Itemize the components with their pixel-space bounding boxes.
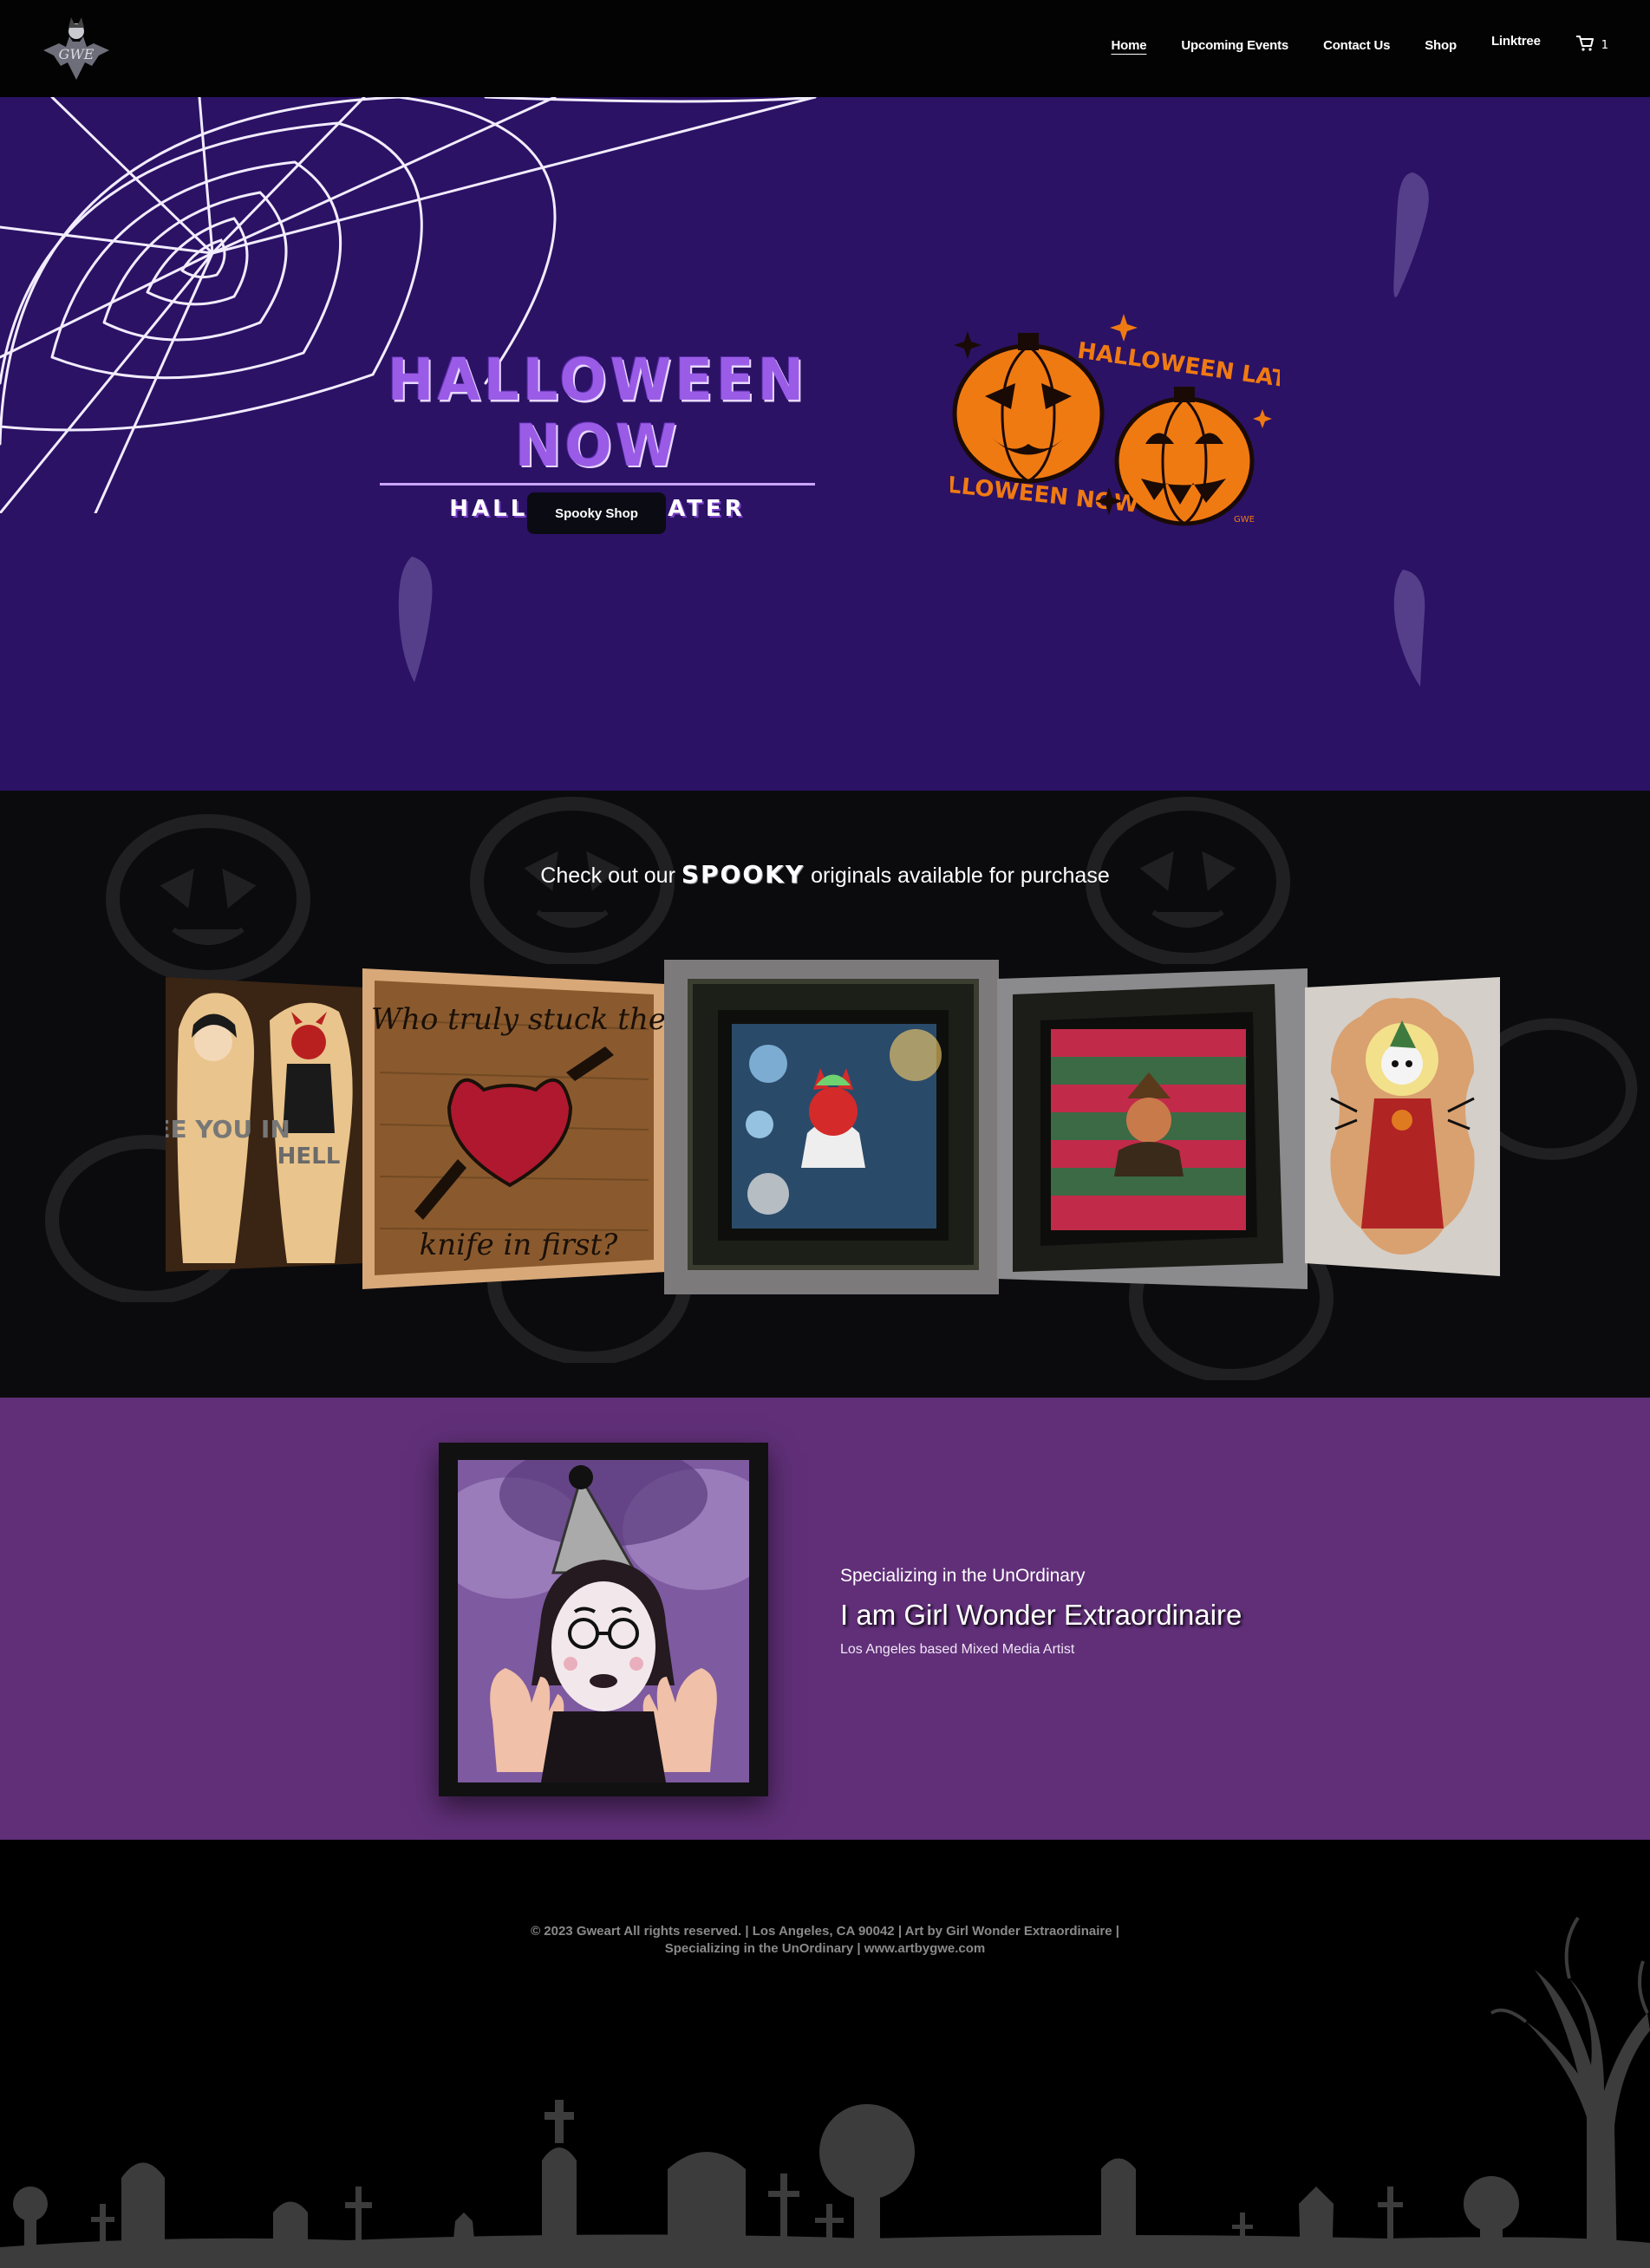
footer: © 2023 Gweart All rights reserved. | Los… xyxy=(0,1840,1650,2268)
ghost-decoration xyxy=(1393,570,1425,687)
artwork-text-hell: HELL xyxy=(277,1144,341,1170)
gallery-artwork-angel-devil[interactable]: SEE YOU IN HELL xyxy=(166,977,365,1272)
gallery-artwork-knife-heart[interactable]: Who truly stuck the knife in first? xyxy=(362,968,666,1289)
graveyard-silhouette xyxy=(0,1916,1650,2268)
ghost-decoration xyxy=(1393,173,1429,297)
originals-heading: Check out our SPOOKY originals available… xyxy=(0,860,1650,889)
ghost-decoration xyxy=(398,557,433,682)
hero-divider xyxy=(380,483,815,486)
badge-signature: GWE xyxy=(1234,515,1255,525)
heading-spooky-word: SPOOKY xyxy=(681,860,805,889)
artwork-text-who-truly: Who truly stuck the xyxy=(371,1002,666,1037)
cart-count: 1 xyxy=(1601,38,1608,52)
hero-section: HALLOWEEN NOW HALLOWEEN LATER Spooky Sho… xyxy=(0,97,1650,791)
about-title: I am Girl Wonder Extraordinaire xyxy=(840,1599,1242,1631)
spooky-shop-button[interactable]: Spooky Shop xyxy=(527,492,666,534)
gallery-artwork-clown-shadowbox[interactable] xyxy=(664,960,999,1294)
about-description: Los Angeles based Mixed Media Artist xyxy=(840,1642,1075,1657)
svg-text:GWE: GWE xyxy=(59,46,95,62)
gallery-artwork-jack-plaque[interactable] xyxy=(1305,977,1500,1276)
artwork-text-knife-first: knife in first? xyxy=(420,1228,619,1262)
originals-section: Check out our SPOOKY originals available… xyxy=(0,791,1650,1398)
gallery-artwork-freddy-shadowbox[interactable] xyxy=(997,968,1308,1289)
gwe-logo[interactable]: GWE xyxy=(40,12,113,85)
heading-text-after: originals available for purchase xyxy=(811,864,1110,888)
pumpkins-graphic: HALLOWEEN LATER HALLOWEEN NOW GWE xyxy=(950,314,1280,526)
heading-text-before: Check out our xyxy=(540,864,675,888)
background-pumpkin-icon xyxy=(106,814,310,981)
artist-portrait-frame xyxy=(439,1443,768,1796)
nav-linktree[interactable]: Linktree xyxy=(1491,34,1541,49)
cart-icon xyxy=(1575,35,1595,55)
nav-home[interactable]: Home xyxy=(1112,38,1147,53)
artwork-text-see-you-in: SEE YOU IN xyxy=(166,1115,290,1144)
hero-title: HALLOWEEN NOW xyxy=(387,347,808,480)
about-section: Specializing in the UnOrdinary I am Girl… xyxy=(0,1398,1650,1840)
artist-portrait xyxy=(458,1460,749,1782)
about-text-block: Specializing in the UnOrdinary I am Girl… xyxy=(840,1566,1242,1658)
about-kicker: Specializing in the UnOrdinary xyxy=(840,1566,1086,1586)
cart-button[interactable]: 1 xyxy=(1575,35,1608,55)
nav-contact-us[interactable]: Contact Us xyxy=(1323,38,1390,53)
nav-upcoming-events[interactable]: Upcoming Events xyxy=(1181,38,1288,53)
main-menu: Home Upcoming Events Contact Us Shop Lin… xyxy=(1112,34,1609,55)
nav-shop[interactable]: Shop xyxy=(1425,38,1457,53)
top-nav: GWE Home Upcoming Events Contact Us Shop… xyxy=(0,0,1650,97)
